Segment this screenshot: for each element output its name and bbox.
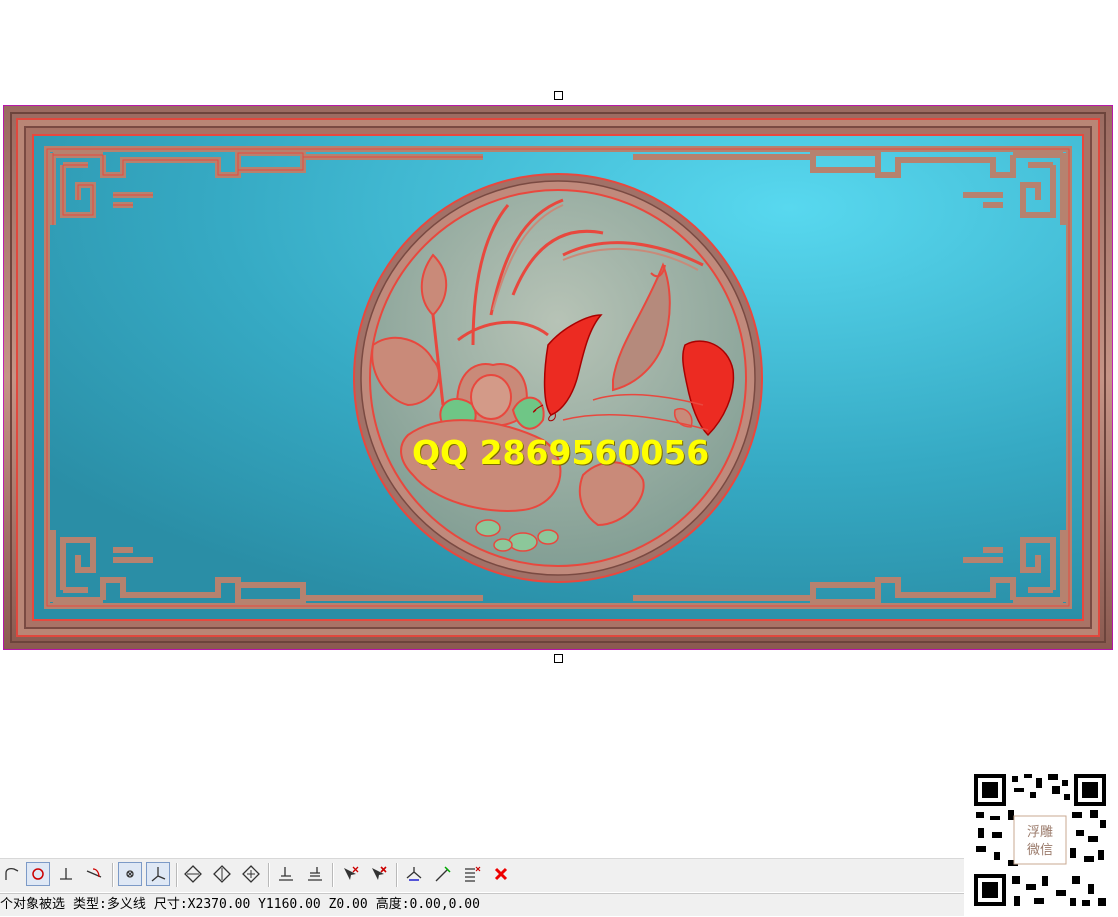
align-right-icon[interactable]: [303, 862, 327, 886]
delete-icon[interactable]: [489, 862, 513, 886]
relief-panel[interactable]: [3, 105, 1113, 650]
list-edit-icon[interactable]: [460, 862, 484, 886]
medallion: [353, 173, 763, 583]
node-remove-icon[interactable]: [210, 862, 234, 886]
qr-label-bottom: 微信: [1027, 843, 1053, 858]
status-size: 尺寸:X2370.00 Y1160.00 Z0.00: [153, 897, 368, 912]
bottom-toolbar: [0, 858, 964, 892]
status-selected: 个对象被选: [0, 897, 66, 912]
watermark-text: QQ 2869560056: [412, 433, 710, 472]
arc-icon[interactable]: [0, 862, 24, 886]
qr-label-top: 浮雕: [1027, 825, 1053, 840]
angle-icon[interactable]: [146, 862, 170, 886]
perpendicular-icon[interactable]: [54, 862, 78, 886]
select-add-icon[interactable]: [338, 862, 362, 886]
status-bar: 个对象被选 类型:多义线 尺寸:X2370.00 Y1160.00 Z0.00 高度:…: [0, 893, 964, 916]
node-move-icon[interactable]: [239, 862, 263, 886]
circle-snap-icon[interactable]: [26, 862, 50, 886]
edit-node-icon[interactable]: [431, 862, 455, 886]
top-resize-handle[interactable]: [554, 91, 563, 100]
drawing-canvas[interactable]: QQ 2869560056: [0, 0, 1118, 845]
align-left-icon[interactable]: [274, 862, 298, 886]
status-height: 高度:0.00,0.00: [375, 897, 480, 912]
node-add-icon[interactable]: [181, 862, 205, 886]
status-type: 类型:多义线: [73, 897, 146, 912]
tangent-icon[interactable]: [82, 862, 106, 886]
center-snap-icon[interactable]: [118, 862, 142, 886]
select-remove-icon[interactable]: [366, 862, 390, 886]
transform-icon[interactable]: [402, 862, 426, 886]
bottom-resize-handle[interactable]: [554, 654, 563, 663]
qr-code: 浮雕 微信: [972, 772, 1108, 908]
